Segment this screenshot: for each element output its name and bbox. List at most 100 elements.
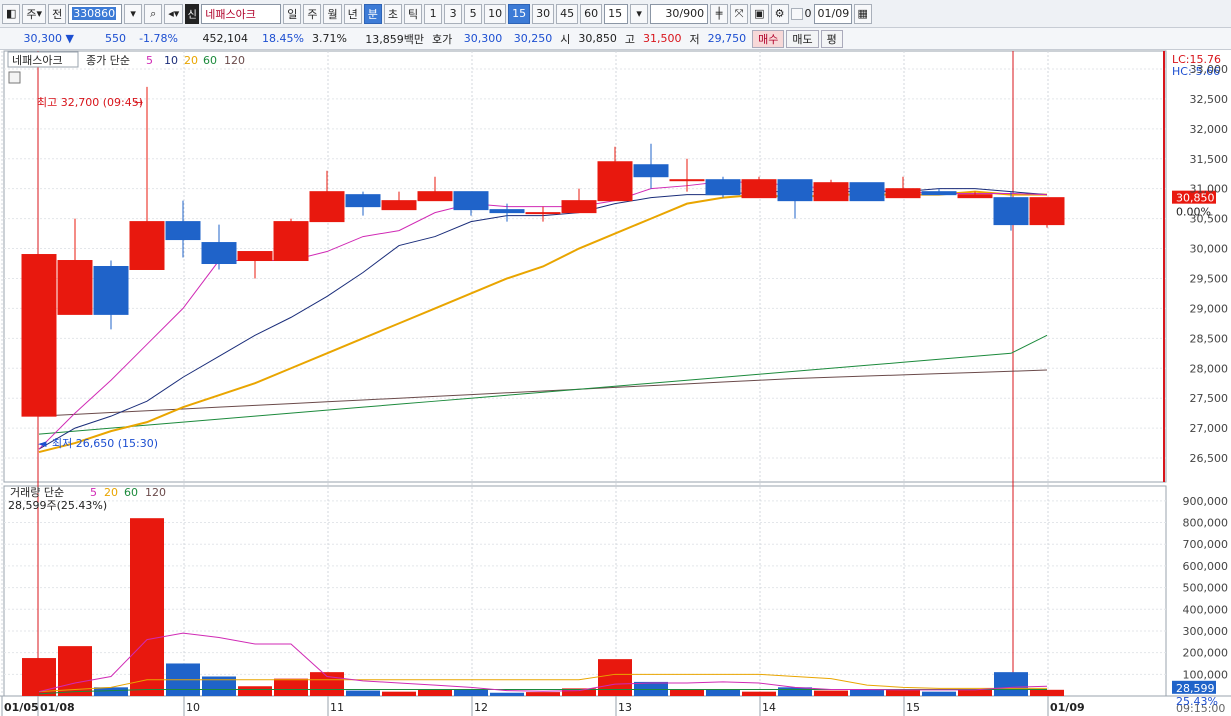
price-tick-label: 27,500	[1190, 392, 1229, 405]
period-month-button[interactable]: 월	[323, 3, 342, 24]
price-legend-ma120: 120	[224, 54, 245, 67]
avg-button[interactable]: 평	[820, 29, 843, 48]
candle-body	[777, 179, 813, 202]
price-tick-label: 29,000	[1190, 302, 1229, 315]
volume-tick-label: 700,000	[1183, 538, 1229, 551]
period-year-button[interactable]: 년	[343, 3, 362, 24]
volume-tick-label: 800,000	[1183, 517, 1229, 530]
price-tick-label: 33,000	[1190, 63, 1229, 76]
volume-tick-label: 500,000	[1183, 582, 1229, 595]
candle-body	[561, 200, 597, 214]
mode-label: 주	[26, 7, 37, 21]
candle-body	[525, 212, 561, 215]
minute-45-button[interactable]: 45	[556, 3, 579, 24]
high-label: 고	[624, 32, 635, 46]
interval-input[interactable]: 15	[604, 3, 629, 24]
volume-bar	[598, 659, 632, 696]
volume-bar	[94, 687, 128, 696]
prev-button[interactable]: 전	[48, 3, 67, 24]
stock-chart[interactable]: 네패스아크 종가 단순 5 10 20 60 120 LC:15.76 HC:-…	[0, 50, 1231, 716]
change-value: 550	[105, 32, 126, 45]
max-arrow-icon: →	[134, 96, 143, 109]
low-price: 29,750	[707, 32, 747, 45]
mode-select[interactable]: 주 ▾	[22, 3, 47, 24]
minute-1-button[interactable]: 1	[424, 3, 443, 24]
x-tick-label: 01/09	[1050, 701, 1085, 714]
x-tick-label: 01/05	[4, 701, 39, 714]
period-minute-button[interactable]: 분	[363, 3, 382, 24]
volume-bar	[418, 689, 452, 696]
price-tick-label: 26,500	[1190, 452, 1229, 465]
x-tick-label: 12	[474, 701, 488, 714]
open-label: 시	[560, 32, 571, 46]
period-second-button[interactable]: 초	[383, 3, 402, 24]
x-tick-label: 14	[762, 701, 776, 714]
minute-60-button[interactable]: 60	[580, 3, 603, 24]
period-week-button[interactable]: 주	[303, 3, 322, 24]
candle-body	[885, 188, 921, 199]
pct2-value: 3.71%	[312, 32, 347, 45]
count-value: 30	[665, 7, 680, 20]
volume-bar	[670, 689, 704, 696]
volume-bar	[1030, 689, 1064, 696]
candle-type-icon[interactable]: ╪	[710, 3, 729, 24]
ask-price: 30,300	[463, 32, 503, 45]
amount-value: 13,859백만	[365, 32, 424, 46]
volume-bar	[130, 518, 164, 696]
candle-body	[381, 200, 417, 211]
layout-icon[interactable]: ◧	[2, 3, 21, 24]
code-dropdown-icon[interactable]: ▾	[124, 3, 143, 24]
price-tick-label: 28,500	[1190, 332, 1229, 345]
candle-body	[921, 191, 957, 196]
candle-body	[273, 221, 309, 262]
volume-legend-ma60: 60	[124, 486, 138, 499]
checkbox[interactable]	[790, 7, 803, 20]
search-icon[interactable]: ⌕	[144, 3, 163, 24]
candle-body	[309, 191, 345, 223]
checkbox-label: 0	[804, 7, 812, 20]
stock-code-input[interactable]: 330860	[68, 3, 123, 24]
x-tick-label: 15	[906, 701, 920, 714]
save-icon[interactable]: ▣	[750, 3, 769, 24]
volume-bar	[634, 681, 668, 696]
minute-15-button[interactable]: 15	[508, 3, 531, 24]
minute-10-button[interactable]: 10	[484, 3, 507, 24]
candle-body	[93, 266, 129, 315]
x-tick-label: 13	[618, 701, 632, 714]
max-price-label: 최고 32,700 (09:45)	[37, 96, 143, 109]
buy-button[interactable]: 매수	[752, 29, 785, 48]
speaker-icon[interactable]: ◂▾	[164, 3, 184, 24]
date-input[interactable]: 01/09	[813, 3, 852, 24]
candle-body	[813, 182, 849, 202]
current-pct-text: 0.00%	[1176, 206, 1211, 219]
volume-bar	[22, 658, 56, 696]
volume-last-text: 28,599	[1176, 682, 1215, 695]
draw-tool-icon[interactable]: ⤧	[730, 3, 749, 24]
table-icon[interactable]	[8, 71, 21, 84]
count-input[interactable]: 30/900	[650, 3, 709, 24]
candle-body	[957, 194, 993, 199]
volume-bar	[238, 686, 272, 696]
candle-body	[129, 221, 165, 270]
price-tick-label: 27,000	[1190, 422, 1229, 435]
volume-bar	[778, 687, 812, 696]
minute-3-button[interactable]: 3	[444, 3, 463, 24]
price-legend-ma60: 60	[203, 54, 217, 67]
turnover-pct: 18.45%	[262, 32, 304, 45]
minute-30-button[interactable]: 30	[532, 3, 555, 24]
period-day-button[interactable]: 일	[283, 3, 302, 24]
interval-dropdown-icon[interactable]: ▾	[630, 3, 649, 24]
gear-icon[interactable]: ⚙	[770, 3, 789, 24]
minute-5-button[interactable]: 5	[464, 3, 483, 24]
volume-bar	[382, 691, 416, 696]
volume-bar	[922, 691, 956, 696]
volume-legend-prefix: 거래량 단순	[10, 486, 64, 499]
volume-bar	[958, 689, 992, 696]
candle-body	[705, 179, 741, 196]
candle-body	[489, 209, 525, 214]
calendar-icon[interactable]: ▦	[853, 3, 872, 24]
candle-body	[741, 179, 777, 199]
sell-button[interactable]: 매도	[786, 29, 819, 48]
candle-body	[1029, 197, 1065, 226]
period-tick-button[interactable]: 틱	[403, 3, 423, 24]
